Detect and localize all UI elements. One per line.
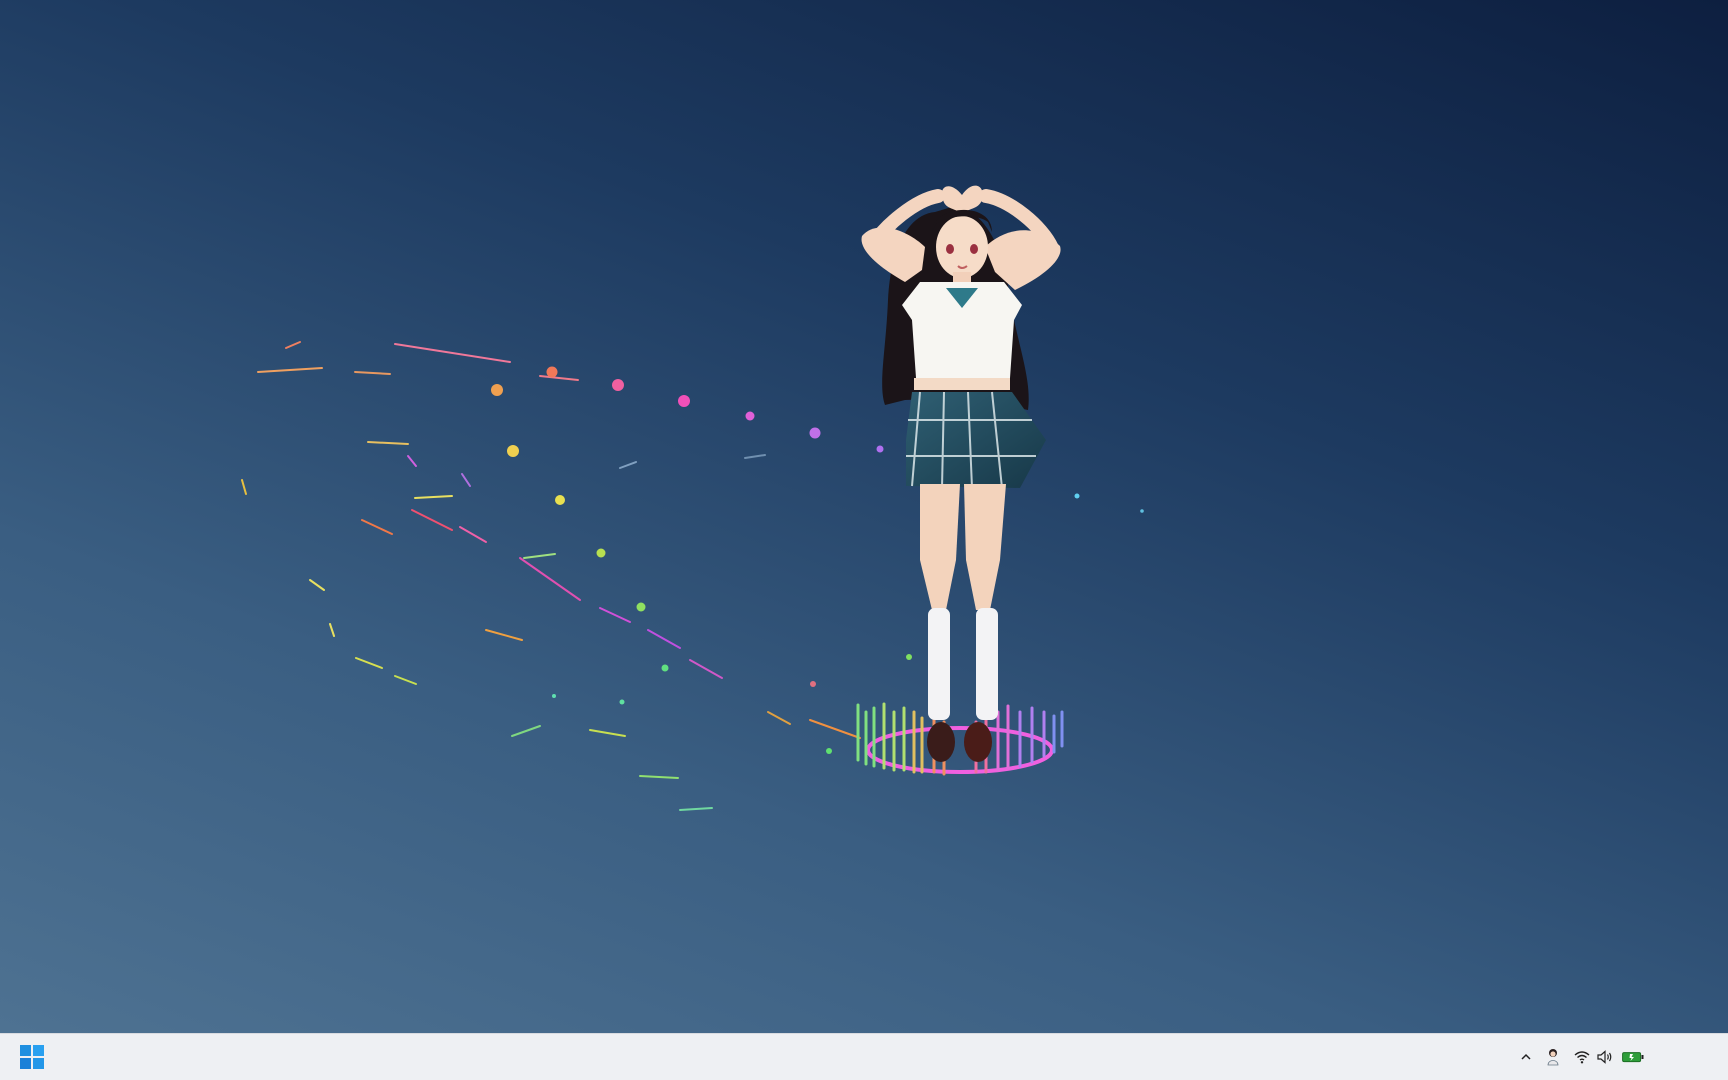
taskbar xyxy=(0,1033,1728,1080)
avatar-icon xyxy=(1547,1049,1559,1066)
start-button[interactable] xyxy=(14,1034,50,1080)
desktop[interactable] xyxy=(0,0,1728,1033)
tray-app-avatar[interactable] xyxy=(1542,1034,1564,1080)
sparkle-dots xyxy=(491,366,1144,754)
wifi-icon xyxy=(1574,1051,1590,1064)
windows-start-icon xyxy=(20,1045,44,1069)
sparkle-trail xyxy=(241,341,861,811)
volume-button[interactable] xyxy=(1594,1034,1616,1080)
show-hidden-icons-button[interactable] xyxy=(1515,1034,1537,1080)
chevron-up-icon xyxy=(1521,1053,1531,1060)
clock[interactable] xyxy=(1656,1034,1722,1080)
anime-character xyxy=(861,185,1061,762)
volume-icon xyxy=(1597,1050,1612,1064)
network-button[interactable] xyxy=(1571,1034,1593,1080)
battery-button[interactable] xyxy=(1618,1034,1648,1080)
wallpaper xyxy=(241,185,1144,811)
battery-icon xyxy=(1622,1052,1644,1063)
equalizer-ring xyxy=(856,702,1064,776)
